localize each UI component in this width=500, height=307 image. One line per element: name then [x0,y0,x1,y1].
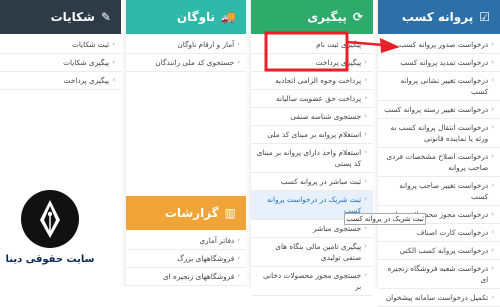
site-name: سایت حقوقی دینا [5,254,95,265]
annotation-box [264,31,349,72]
license-item-label: تکمیل درخواست سامانه پیشخوان [385,293,489,302]
annotation-arrow-head [380,38,400,53]
license-item[interactable]: ‹ تکمیل درخواست سامانه پیشخوان [378,289,500,307]
site-logo: سایت حقوقی دینا [0,186,100,287]
chevron-left-icon: ‹ [491,293,494,301]
pen-nib-logo-icon [21,190,79,248]
annotation-arrow-shaft [346,40,385,47]
